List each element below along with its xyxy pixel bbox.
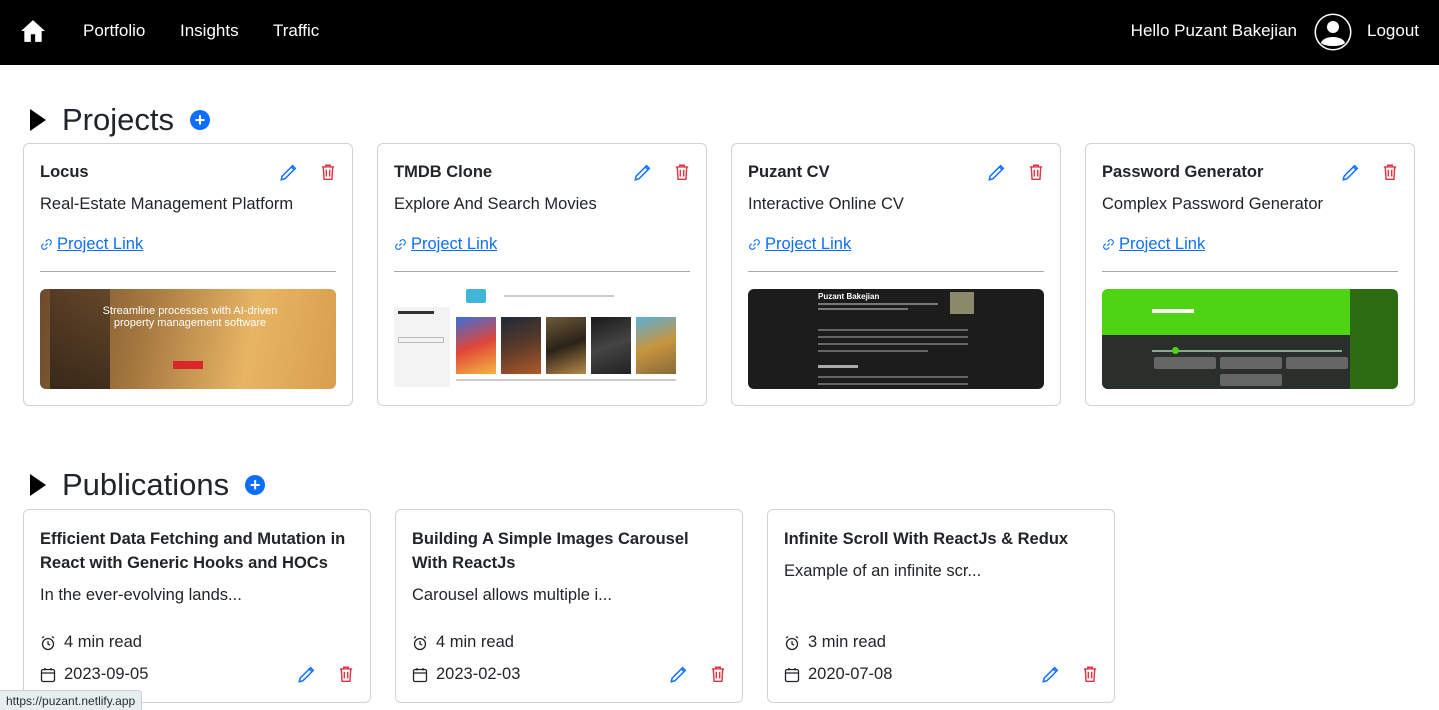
nav-traffic-link[interactable]: Traffic xyxy=(273,21,319,41)
trash-icon[interactable] xyxy=(709,665,727,683)
publication-title[interactable]: Building A Simple Images Carousel With R… xyxy=(412,527,728,575)
project-subtitle: Complex Password Generator xyxy=(1102,195,1324,213)
project-link-label: Project Link xyxy=(1119,235,1206,253)
project-subtitle: Explore And Search Movies xyxy=(394,195,597,213)
publications-header: Publications + xyxy=(30,467,266,503)
publication-excerpt: In the ever-evolving lands... xyxy=(40,586,242,604)
pencil-icon[interactable] xyxy=(987,164,1005,182)
project-thumbnail[interactable]: Puzant Bakejian xyxy=(748,289,1044,389)
pencil-icon[interactable] xyxy=(1341,164,1359,182)
project-thumbnail[interactable] xyxy=(394,289,690,389)
house-icon[interactable] xyxy=(20,18,46,44)
logout-link[interactable]: Logout xyxy=(1367,21,1419,41)
trash-icon[interactable] xyxy=(1081,665,1099,683)
project-subtitle: Interactive Online CV xyxy=(748,195,904,213)
card-divider xyxy=(394,271,690,272)
publish-date: 2020-07-08 xyxy=(784,665,892,684)
read-time: 3 min read xyxy=(784,633,886,652)
nav-insights-link[interactable]: Insights xyxy=(180,21,239,41)
link-icon xyxy=(749,239,760,250)
link-icon xyxy=(1103,239,1114,250)
publish-date: 2023-09-05 xyxy=(40,665,148,684)
link-icon xyxy=(41,239,52,250)
card-divider xyxy=(40,271,336,272)
status-url: https://puzant.netlify.app xyxy=(6,693,136,708)
user-greeting: Hello Puzant Bakejian xyxy=(1130,21,1297,40)
date-label: 2020-07-08 xyxy=(808,665,893,683)
read-time-label: 4 min read xyxy=(64,633,142,651)
top-navbar: Portfolio Insights Traffic Hello Puzant … xyxy=(0,0,1439,65)
collapse-caret-icon[interactable] xyxy=(30,109,46,131)
project-card: TMDB Clone Explore And Search Movies Pro… xyxy=(377,143,707,406)
trash-icon[interactable] xyxy=(319,163,337,181)
project-card: Password Generator Complex Password Gene… xyxy=(1085,143,1415,406)
calendar-icon xyxy=(412,667,428,682)
project-card: Puzant CV Interactive Online CV Project … xyxy=(731,143,1061,406)
user-circle-icon[interactable] xyxy=(1313,12,1353,52)
projects-header: Projects + xyxy=(30,102,210,138)
project-link[interactable]: Project Link xyxy=(394,235,497,254)
project-title: Password Generator xyxy=(1102,163,1264,181)
publications-title: Publications xyxy=(62,467,230,502)
project-link-label: Project Link xyxy=(57,235,144,253)
project-card: Locus Real-Estate Management Platform Pr… xyxy=(23,143,353,406)
pencil-icon[interactable] xyxy=(669,666,687,684)
nav-portfolio-link[interactable]: Portfolio xyxy=(83,21,145,41)
project-link[interactable]: Project Link xyxy=(40,235,143,254)
add-publication-button[interactable]: + xyxy=(245,475,266,495)
alarm-clock-icon xyxy=(785,635,799,650)
publication-card: Infinite Scroll With ReactJs & Redux Exa… xyxy=(767,509,1115,703)
trash-icon[interactable] xyxy=(337,665,355,683)
publish-date: 2023-02-03 xyxy=(412,665,520,684)
project-title: TMDB Clone xyxy=(394,163,493,181)
link-icon xyxy=(395,239,406,250)
trash-icon[interactable] xyxy=(1027,163,1045,181)
read-time-label: 4 min read xyxy=(436,633,514,651)
project-link[interactable]: Project Link xyxy=(1102,235,1205,254)
project-link-label: Project Link xyxy=(411,235,498,253)
alarm-clock-icon xyxy=(413,635,427,650)
projects-title: Projects xyxy=(62,102,174,137)
publication-card: Efficient Data Fetching and Mutation in … xyxy=(23,509,371,703)
date-label: 2023-02-03 xyxy=(436,665,521,683)
publication-excerpt: Carousel allows multiple i... xyxy=(412,586,612,604)
date-label: 2023-09-05 xyxy=(64,665,149,683)
project-link[interactable]: Project Link xyxy=(748,235,851,254)
publication-title[interactable]: Infinite Scroll With ReactJs & Redux xyxy=(784,527,1100,551)
trash-icon[interactable] xyxy=(673,163,691,181)
project-thumbnail[interactable] xyxy=(1102,289,1398,389)
card-divider xyxy=(1102,271,1398,272)
publication-excerpt: Example of an infinite scr... xyxy=(784,562,982,580)
collapse-caret-icon[interactable] xyxy=(30,474,46,496)
card-divider xyxy=(748,271,1044,272)
browser-status-bar: https://puzant.netlify.app xyxy=(0,690,143,710)
read-time: 4 min read xyxy=(40,633,142,652)
alarm-clock-icon xyxy=(41,635,55,650)
pencil-icon[interactable] xyxy=(297,666,315,684)
thumbnail-name: Puzant Bakejian xyxy=(818,292,880,301)
project-title: Puzant CV xyxy=(748,163,830,181)
add-project-button[interactable]: + xyxy=(189,110,210,130)
pencil-icon[interactable] xyxy=(633,164,651,182)
publication-card: Building A Simple Images Carousel With R… xyxy=(395,509,743,703)
publication-title[interactable]: Efficient Data Fetching and Mutation in … xyxy=(40,527,356,575)
calendar-icon xyxy=(40,667,56,682)
calendar-icon xyxy=(784,667,800,682)
trash-icon[interactable] xyxy=(1381,163,1399,181)
pencil-icon[interactable] xyxy=(1041,666,1059,684)
read-time-label: 3 min read xyxy=(808,633,886,651)
thumbnail-tagline: Streamline processes with AI-driven prop… xyxy=(102,305,278,329)
project-thumbnail[interactable]: Streamline processes with AI-driven prop… xyxy=(40,289,336,389)
project-subtitle: Real-Estate Management Platform xyxy=(40,195,294,213)
project-link-label: Project Link xyxy=(765,235,852,253)
read-time: 4 min read xyxy=(412,633,514,652)
project-title: Locus xyxy=(40,163,89,181)
pencil-icon[interactable] xyxy=(279,164,297,182)
